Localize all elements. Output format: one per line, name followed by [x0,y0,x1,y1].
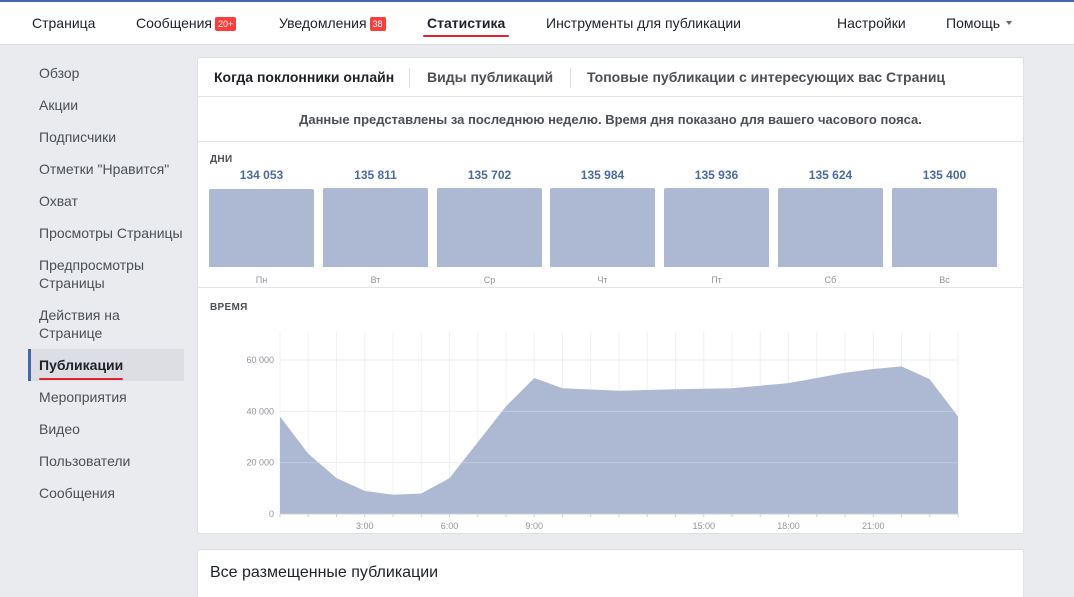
nav-help-label: Помощь [946,15,1001,31]
nav-publishing-tools[interactable]: Инструменты для публикации [546,2,741,45]
y-tick-label: 60 000 [246,355,274,365]
nav-notifications[interactable]: Уведомления 38 [279,2,386,45]
sidebar-item-followers[interactable]: Подписчики [28,121,184,153]
chevron-down-icon [1006,21,1013,25]
nav-page[interactable]: Страница [32,2,95,45]
x-tick-label: 3:00 [356,521,374,531]
sidebar-item-page-views[interactable]: Просмотры Страницы [28,217,184,249]
sidebar-item-overview[interactable]: Обзор [28,57,184,89]
sidebar-item-label: Подписчики [39,129,117,145]
sidebar-item-label: Акции [39,97,79,113]
x-tick-label: 18:00 [777,521,800,531]
sidebar-item-label: Видео [39,421,80,437]
sidebar-item-posts[interactable]: Публикации [28,349,184,381]
sidebar-item-label: Публикации [39,357,124,373]
nav-messages[interactable]: Сообщения 20+ [136,2,237,45]
y-tick-label: 40 000 [246,406,274,416]
time-area-chart: 0 20 000 40 000 60 000 3:00 6:00 9:00 15:00 18:0… [246,332,959,531]
y-tick-label: 0 [269,509,274,519]
sidebar-item-label: Мероприятия [39,389,127,405]
messages-count-badge: 20+ [214,17,237,31]
sidebar-item-promotions[interactable]: Акции [28,89,184,121]
sidebar-item-label: Предпросмотры Страницы [39,257,145,291]
sidebar-item-label: Отметки "Нравится" [39,161,170,177]
nav-messages-label: Сообщения [136,15,212,31]
sidebar-item-actions-on-page[interactable]: Действия на Странице [28,299,184,349]
nav-publishing-tools-label: Инструменты для публикации [546,15,741,31]
x-tick-label: 6:00 [441,521,459,531]
sidebar-item-label: Пользователи [39,453,131,469]
x-tick-label: 9:00 [525,521,543,531]
sidebar-item-likes[interactable]: Отметки "Нравится" [28,153,184,185]
sidebar-item-events[interactable]: Мероприятия [28,381,184,413]
nav-page-label: Страница [32,15,96,31]
sidebar-item-label: Охват [39,193,78,209]
insights-sidebar: Обзор Акции Подписчики Отметки "Нравится… [28,57,184,509]
x-tick-label: 15:00 [692,521,715,531]
sidebar-item-page-previews[interactable]: Предпросмотры Страницы [28,249,184,299]
posts-insights-panel: Когда поклонники онлайн Виды публикаций … [197,57,1024,534]
all-posts-title: Все размещенные публикации [210,564,439,581]
sidebar-item-reach[interactable]: Охват [28,185,184,217]
sidebar-item-videos[interactable]: Видео [28,413,184,445]
sidebar-item-label: Просмотры Страницы [39,225,183,241]
all-posts-panel: Все размещенные публикации [197,549,1024,597]
sidebar-item-label: Действия на Странице [39,307,120,341]
sidebar-item-people[interactable]: Пользователи [28,445,184,477]
x-tick-label: 21:00 [862,521,885,531]
nav-notifications-label: Уведомления [279,15,367,31]
y-tick-label: 20 000 [246,458,274,468]
sidebar-item-messages[interactable]: Сообщения [28,477,184,509]
sidebar-item-label: Обзор [39,65,80,81]
notifications-count-badge: 38 [369,17,386,31]
sidebar-item-label: Сообщения [39,485,115,501]
top-navigation: Страница Сообщения 20+ Уведомления 38 Стат… [0,0,1074,45]
nav-settings[interactable]: Настройки [837,2,906,45]
nav-help[interactable]: Помощь [946,2,1013,45]
nav-insights[interactable]: Статистика [422,2,510,45]
nav-settings-label: Настройки [837,15,906,31]
nav-insights-label: Статистика [427,15,506,31]
